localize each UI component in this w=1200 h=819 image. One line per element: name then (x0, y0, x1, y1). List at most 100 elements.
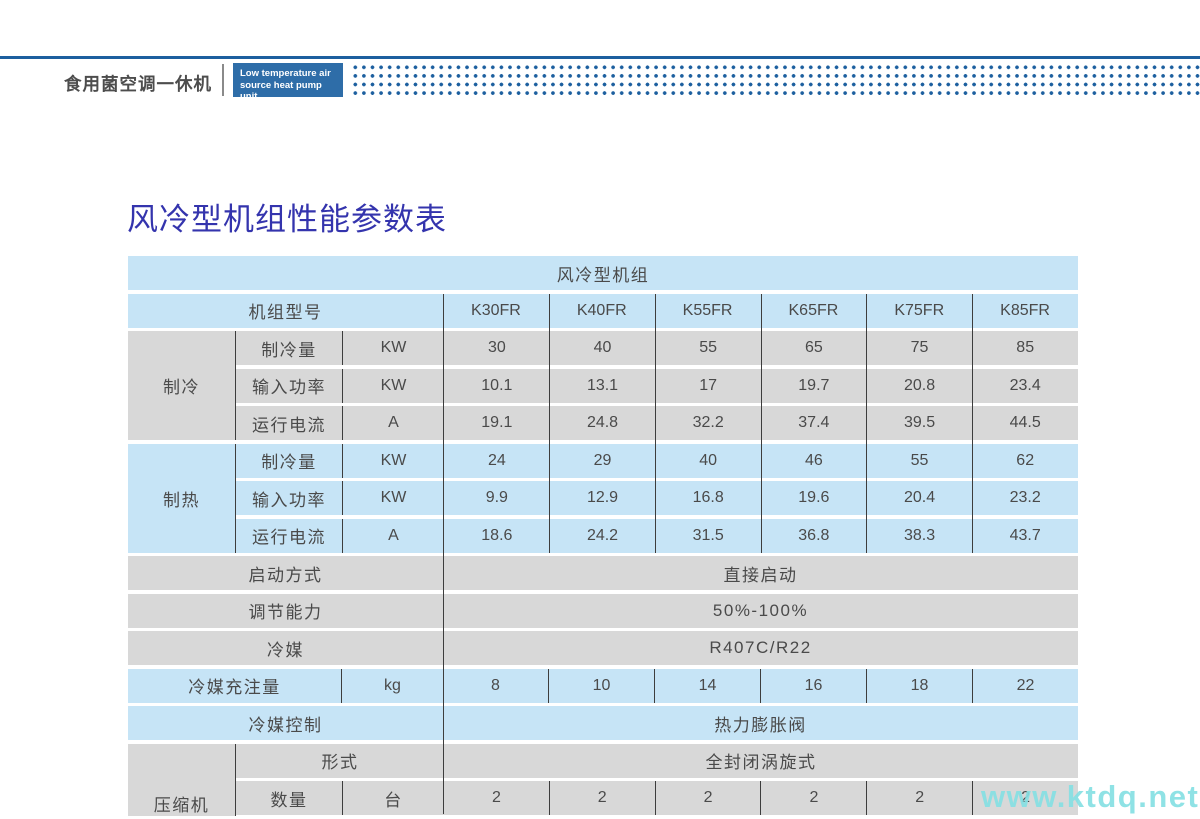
row-value-cell: 热力膨胀阀 (443, 706, 1078, 740)
row-label-cell: 调节能力 (128, 594, 443, 628)
brand-text: 食用菌空调一休机 (64, 71, 212, 96)
value-cell: 36.8 (761, 519, 867, 553)
value-cell: 38.3 (867, 519, 973, 553)
model-header-label: 机组型号 (128, 294, 443, 328)
value-cell: 29 (550, 444, 656, 478)
row-label-cell: 制冷量 (236, 444, 342, 478)
table-row: 机组型号K30FRK40FRK55FRK65FRK75FRK85FR (128, 294, 1078, 328)
table-row: 数量台222222 (236, 781, 1078, 815)
spec-table: 风冷型机组机组型号K30FRK40FRK55FRK65FRK75FRK85FR制… (128, 256, 1078, 819)
row-label-cell: 输入功率 (236, 369, 342, 403)
value-cell: 30 (444, 331, 550, 365)
value-cell: 46 (761, 444, 867, 478)
value-cell: 75 (867, 331, 973, 365)
row-label-cell: 运行电流 (236, 406, 342, 440)
table-row: 冷媒R407C/R22 (128, 631, 1078, 665)
table-row: 制冷量KW304055657585 (236, 331, 1078, 365)
row-label-cell: 数量 (236, 781, 342, 815)
value-cell: 12.9 (550, 481, 656, 515)
section-rows: 形式全封闭涡旋式数量台222222 (235, 744, 1078, 816)
value-cell: 2 (655, 781, 761, 815)
unit-cell: KW (342, 444, 444, 478)
table-row: 制冷量KW242940465562 (236, 444, 1078, 478)
model-name-cell: K85FR (972, 294, 1078, 328)
group-label-cell: 制冷 (128, 331, 235, 440)
value-cell: 39.5 (867, 406, 973, 440)
value-cell: 19.7 (761, 369, 867, 403)
value-cell: 2 (549, 781, 655, 815)
value-cell: 32.2 (655, 406, 761, 440)
table-row: 冷媒控制热力膨胀阀 (128, 706, 1078, 740)
unit-cell: A (342, 519, 444, 553)
value-cell: 55 (867, 444, 973, 478)
value-cell: 2 (444, 781, 549, 815)
value-cell: 43.7 (972, 519, 1078, 553)
unit-cell: KW (342, 369, 444, 403)
dot-pattern (351, 63, 1200, 97)
row-label-cell: 冷媒充注量 (128, 669, 341, 703)
unit-cell: KW (342, 481, 444, 515)
value-cell: 31.5 (655, 519, 761, 553)
badge-line2: source heat pump unit (240, 80, 339, 103)
value-cell: 65 (761, 331, 867, 365)
value-cell: 14 (654, 669, 760, 703)
header-rule (0, 56, 1200, 59)
value-cell: 9.9 (444, 481, 550, 515)
value-cell: 19.6 (761, 481, 867, 515)
column-rule (655, 294, 656, 553)
table-section: 制热制冷量KW242940465562输入功率KW9.912.916.819.6… (128, 444, 1078, 553)
value-cell: 2 (760, 781, 866, 815)
value-cell: 20.4 (867, 481, 973, 515)
value-cell: 23.4 (972, 369, 1078, 403)
value-cell: 18 (866, 669, 972, 703)
row-label-cell: 形式 (236, 744, 444, 778)
value-cell: 55 (655, 331, 761, 365)
value-cell: 44.5 (972, 406, 1078, 440)
unit-cell: kg (341, 669, 443, 703)
page-title: 风冷型机组性能参数表 (127, 194, 447, 239)
row-value-cell: R407C/R22 (443, 631, 1078, 665)
table-section: 制冷制冷量KW304055657585输入功率KW10.113.11719.72… (128, 331, 1078, 440)
value-cell: 18.6 (444, 519, 550, 553)
watermark: www.ktdq.net (981, 779, 1199, 815)
group-label-cell: 压缩机 (128, 744, 235, 816)
table-row: 启动方式直接启动 (128, 556, 1078, 590)
column-rule (761, 294, 762, 553)
row-label-cell: 运行电流 (236, 519, 342, 553)
header-badge: Low temperature air source heat pump uni… (233, 63, 343, 97)
value-cell: 37.4 (761, 406, 867, 440)
model-name-cell: K30FR (443, 294, 549, 328)
section-rows: 制冷量KW304055657585输入功率KW10.113.11719.720.… (235, 331, 1078, 440)
model-name-cell: K75FR (866, 294, 972, 328)
value-cell: 2 (866, 781, 972, 815)
table-section: 压缩机形式全封闭涡旋式数量台222222 (128, 744, 1078, 816)
table-row: 形式全封闭涡旋式 (236, 744, 1078, 778)
row-label-cell: 启动方式 (128, 556, 443, 590)
value-cell: 40 (655, 444, 761, 478)
row-value-cell: 50%-100% (443, 594, 1078, 628)
value-cell: 24.8 (550, 406, 656, 440)
value-cell: 13.1 (550, 369, 656, 403)
value-cell: 20.8 (867, 369, 973, 403)
value-cell: 62 (972, 444, 1078, 478)
model-name-cell: K40FR (549, 294, 655, 328)
value-cell: 40 (550, 331, 656, 365)
row-label-cell: 冷媒控制 (128, 706, 443, 740)
value-cell: 19.1 (444, 406, 550, 440)
value-cell: 24 (444, 444, 550, 478)
value-cell: 16 (760, 669, 866, 703)
table-row: 输入功率KW9.912.916.819.620.423.2 (236, 481, 1078, 515)
row-label-cell: 冷媒 (128, 631, 443, 665)
value-cell: 22 (972, 669, 1078, 703)
unit-cell: KW (342, 331, 444, 365)
row-value-cell: 直接启动 (443, 556, 1078, 590)
table-row: 运行电流A19.124.832.237.439.544.5 (236, 406, 1078, 440)
column-rule (549, 294, 550, 553)
model-name-cell: K65FR (760, 294, 866, 328)
value-cell: 10.1 (444, 369, 550, 403)
group-label-cell: 制热 (128, 444, 235, 553)
table-row: 冷媒充注量kg81014161822 (128, 669, 1078, 703)
table-banner-cell: 风冷型机组 (128, 256, 1078, 290)
table-row: 调节能力50%-100% (128, 594, 1078, 628)
unit-cell: A (342, 406, 444, 440)
